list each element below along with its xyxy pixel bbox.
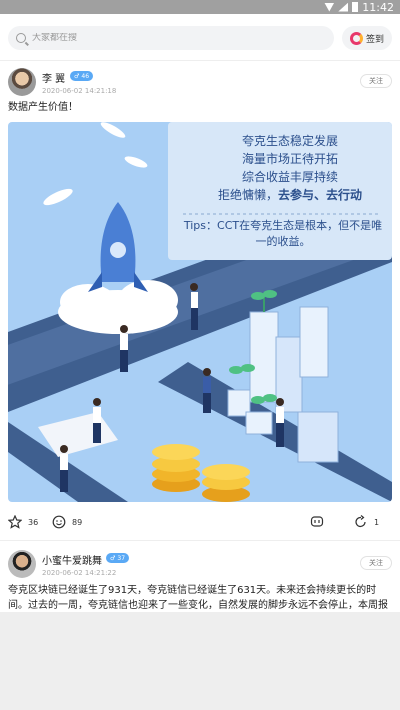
like-button[interactable]: 36 xyxy=(8,515,38,529)
react-count: 89 xyxy=(72,517,83,527)
sign-line-4-bold: 去参与、去行动 xyxy=(278,188,363,202)
username[interactable]: 小蜜牛爱跳舞 xyxy=(42,552,102,567)
wifi-icon xyxy=(324,2,335,12)
sign-line-4-plain: 拒绝慵懒， xyxy=(217,188,278,202)
share-button[interactable]: 1 xyxy=(354,515,379,529)
sign-line-2: 海量市场正待开拓 xyxy=(241,152,338,166)
post-actions: 36 89 1 xyxy=(0,512,400,534)
male-icon: ♂ xyxy=(110,554,116,562)
username[interactable]: 李 翼 xyxy=(42,70,65,85)
post-image[interactable]: 夸克生态稳定发展 海量市场正待开拓 综合收益丰厚持续 拒绝慵懒，去参与、去行动 … xyxy=(8,122,392,502)
signal-icon xyxy=(338,2,349,12)
smile-icon xyxy=(52,515,66,529)
share-icon xyxy=(355,515,366,528)
loading-area xyxy=(0,612,400,710)
post-time: 2020-06-02 14:21:18 xyxy=(42,87,117,95)
level-badge: ♂ 37 xyxy=(106,553,130,563)
sign-line-4: 拒绝慵懒，去参与、去行动 xyxy=(190,186,390,204)
post-text: 夸克区块链已经诞生了931天，夸克链信已经诞生了631天。未来还会持续更长的时间… xyxy=(8,585,388,611)
follow-button[interactable]: 关注 xyxy=(360,74,392,88)
avatar[interactable] xyxy=(8,68,36,96)
signin-ring-icon xyxy=(349,31,363,45)
battery-icon xyxy=(352,2,359,12)
male-icon: ♂ xyxy=(74,72,80,80)
signin-button[interactable]: 签到 xyxy=(342,26,392,50)
share-count: 1 xyxy=(374,517,380,527)
post-text: 数据产生价值！ xyxy=(8,102,78,113)
post-time: 2020-06-02 14:21:22 xyxy=(42,569,117,577)
divider xyxy=(0,540,400,541)
follow-button[interactable]: 关注 xyxy=(360,556,392,570)
level-badge: ♂ 46 xyxy=(70,71,94,81)
level-value: 46 xyxy=(81,72,90,80)
sign-line-1: 夸克生态稳定发展 xyxy=(241,134,338,148)
like-count: 36 xyxy=(28,517,39,527)
search-bar[interactable] xyxy=(8,26,334,50)
sign-text: 夸克生态稳定发展 海量市场正待开拓 综合收益丰厚持续 拒绝慵懒，去参与、去行动 xyxy=(190,132,390,204)
comment-button[interactable] xyxy=(310,515,330,529)
signin-label: 签到 xyxy=(365,34,384,45)
star-icon xyxy=(8,515,22,529)
react-button[interactable]: 89 xyxy=(52,515,82,529)
avatar[interactable] xyxy=(8,550,36,578)
sign-line-3: 综合收益丰厚持续 xyxy=(241,170,338,184)
level-value: 37 xyxy=(117,554,126,562)
status-bar: 11:42 xyxy=(0,0,400,14)
comment-icon xyxy=(310,516,324,527)
status-time: 11:42 xyxy=(362,0,394,14)
sign-tips: Tips：CCT在夸克生态是根本，但不是唯一的收益。 xyxy=(183,219,383,248)
divider xyxy=(0,60,400,61)
search-row: 签到 xyxy=(0,22,400,56)
search-input[interactable] xyxy=(32,33,312,43)
search-icon xyxy=(16,33,26,43)
